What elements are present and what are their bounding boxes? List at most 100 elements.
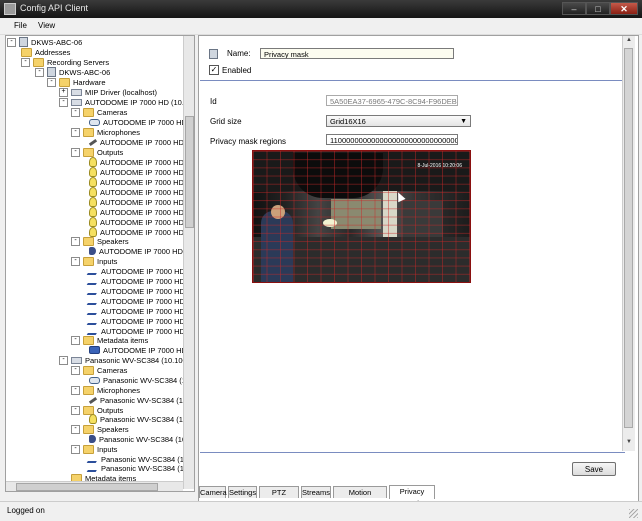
folder-icon <box>83 385 94 395</box>
title-bar[interactable]: Config API Client – □ ✕ <box>0 0 642 18</box>
tree-node[interactable]: Panasonic WV-SC384 (10.1 <box>89 376 195 386</box>
tree-node[interactable]: - AUTODOME IP 7000 HD (10.4.13.1 <box>59 97 194 108</box>
tree-node[interactable]: - Metadata items <box>71 335 148 346</box>
close-button[interactable]: ✕ <box>610 2 638 15</box>
scroll-up-icon[interactable]: ▲ <box>624 37 634 47</box>
tree-node[interactable]: AUTODOME IP 7000 HD (1 <box>89 118 194 128</box>
folder-icon <box>33 57 44 67</box>
collapse-icon[interactable]: - <box>59 97 68 107</box>
tree-node[interactable]: - Speakers <box>71 424 129 435</box>
tree-node[interactable]: AUTODOME IP 7000 HD (1 <box>89 157 193 168</box>
tree-node[interactable]: AUTODOME IP 7000 HD (1 <box>89 197 193 208</box>
collapse-icon[interactable]: - <box>71 107 80 117</box>
tree-node[interactable]: AUTODOME IP 7000 HD (1 <box>89 207 193 218</box>
tree-node[interactable]: AUTODOME IP 7000 HD (1 <box>89 247 192 257</box>
id-field[interactable]: 5A50EA37-6965-479C-8C94-F96DEB0A0DC <box>326 95 458 106</box>
name-field[interactable]: Privacy mask <box>260 48 454 59</box>
tree-node[interactable]: - Recording Servers <box>21 57 109 68</box>
tree-node[interactable]: AUTODOME IP 7000 HD (1 <box>86 277 194 287</box>
grid-size-select[interactable]: Grid16X16 ▼ <box>326 115 471 127</box>
collapse-icon[interactable]: - <box>71 147 80 157</box>
tab-settings[interactable]: Settings <box>228 486 257 498</box>
tree-node[interactable]: - Cameras <box>71 107 127 118</box>
tree-node[interactable]: AUTODOME IP 7000 HD (1 <box>89 217 193 228</box>
tree-node[interactable]: + MIP Driver (localhost) <box>59 87 157 98</box>
resize-grip-icon[interactable] <box>629 509 638 518</box>
privacy-mask-grid-overlay[interactable] <box>253 151 470 282</box>
collapse-icon[interactable]: - <box>71 256 80 266</box>
tree-node[interactable]: - DKWS-ABC-06 <box>35 67 110 78</box>
properties-scroll-thumb[interactable] <box>624 48 633 428</box>
collapse-icon[interactable]: - <box>59 355 68 365</box>
tree-node[interactable]: - Inputs <box>71 256 117 267</box>
collapse-icon[interactable]: - <box>71 365 80 375</box>
tree-node-label: Panasonic WV-SC384 (10.1 <box>103 376 195 385</box>
output-bulb-icon <box>89 197 97 208</box>
tree-vertical-scrollbar[interactable] <box>183 36 194 489</box>
tree-node-label: AUTODOME IP 7000 HD (1 <box>100 188 193 197</box>
input-icon <box>86 464 101 473</box>
camera-preview-grid[interactable]: 8-Jul-2016 10:20:06 <box>252 150 471 283</box>
tree-node[interactable]: AUTODOME IP 7000 HD (1 <box>86 317 194 327</box>
collapse-icon[interactable]: - <box>71 405 80 415</box>
menu-view[interactable]: View <box>38 21 55 30</box>
collapse-icon[interactable]: - <box>71 385 80 395</box>
tree-node[interactable]: Addresses <box>21 47 70 58</box>
configuration-tree[interactable]: - DKWS-ABC-06 Addresses - Recording Servers -… <box>5 35 195 492</box>
tab-streams[interactable]: Streams <box>301 486 331 498</box>
tree-hscroll-thumb[interactable] <box>16 483 158 491</box>
status-bar: Logged on <box>0 501 642 521</box>
tree-horizontal-scrollbar[interactable] <box>6 481 183 491</box>
tree-node[interactable]: Panasonic WV-SC384 (10.1 <box>89 414 194 425</box>
tree-node[interactable]: - Speakers <box>71 236 129 247</box>
tree-node[interactable]: Panasonic WV-SC384 (10.1 <box>88 396 193 406</box>
tab-camera[interactable]: Camera <box>199 486 227 498</box>
tree-node[interactable]: - Inputs <box>71 444 117 455</box>
tree-node[interactable]: AUTODOME IP 7000 HD (1 <box>89 167 193 178</box>
privacy-regions-field[interactable]: 1100000000000000000000000000000000000 <box>326 134 458 145</box>
tab-privacy-mask[interactable]: Privacy mask <box>389 485 435 508</box>
scroll-down-icon[interactable]: ▼ <box>624 439 634 449</box>
menu-file[interactable]: File <box>14 21 27 30</box>
collapse-icon[interactable]: - <box>71 335 80 345</box>
collapse-icon[interactable]: - <box>71 127 80 137</box>
tree-node[interactable]: AUTODOME IP 7000 HD (1 <box>89 346 194 356</box>
tree-node-label: Speakers <box>97 237 129 246</box>
tab-ptz-presets[interactable]: PTZ presets <box>259 486 299 509</box>
tree-node[interactable]: - DKWS-ABC-06 <box>7 37 82 48</box>
save-button[interactable]: Save <box>572 462 616 476</box>
collapse-icon[interactable]: - <box>21 57 30 67</box>
tree-node[interactable]: AUTODOME IP 7000 HD (1 <box>89 187 193 198</box>
enabled-checkbox[interactable]: ✓ <box>209 65 219 75</box>
tree-node[interactable]: AUTODOME IP 7000 HD (1 <box>86 297 194 307</box>
properties-vertical-scrollbar[interactable]: ▲ ▼ <box>622 36 635 451</box>
tree-node[interactable]: AUTODOME IP 7000 HD (1 <box>86 267 194 277</box>
collapse-icon[interactable]: - <box>35 67 44 77</box>
tree-node[interactable]: - Microphones <box>71 385 140 396</box>
collapse-icon[interactable]: - <box>71 444 80 454</box>
tree-node-label: Outputs <box>97 406 124 415</box>
expand-icon[interactable]: + <box>59 87 68 97</box>
collapse-icon[interactable]: - <box>47 77 56 87</box>
tree-node-label: Panasonic WV-SC384 (10.1 <box>100 415 194 424</box>
tree-node[interactable]: Panasonic WV-SC384 (10.1 <box>89 435 192 445</box>
server-icon <box>19 37 28 48</box>
tree-node[interactable]: AUTODOME IP 7000 HD (1 <box>86 287 194 297</box>
maximize-button[interactable]: □ <box>586 2 610 15</box>
collapse-icon[interactable]: - <box>71 236 80 246</box>
tree-node[interactable]: AUTODOME IP 7000 HD (1 <box>88 138 193 148</box>
tab-motion-detection[interactable]: Motion detection <box>333 486 387 509</box>
tree-node[interactable]: - Microphones <box>71 127 140 138</box>
tree-node[interactable]: AUTODOME IP 7000 HD (1 <box>89 177 193 188</box>
tree-node[interactable]: - Cameras <box>71 365 127 376</box>
tree-scroll-thumb[interactable] <box>185 116 194 228</box>
tree-node[interactable]: - Panasonic WV-SC384 (10.100.53.6 <box>59 355 194 366</box>
tree-node[interactable]: - Outputs <box>71 147 123 158</box>
tree-node[interactable]: Panasonic WV-SC384 (10.1 <box>86 464 194 474</box>
minimize-button[interactable]: – <box>562 2 586 15</box>
tree-node[interactable]: - Hardware <box>47 77 106 88</box>
tree-node[interactable]: AUTODOME IP 7000 HD (1 <box>86 307 194 317</box>
hardware-icon <box>71 356 82 364</box>
collapse-icon[interactable]: - <box>71 424 80 434</box>
collapse-icon[interactable]: - <box>7 37 16 47</box>
